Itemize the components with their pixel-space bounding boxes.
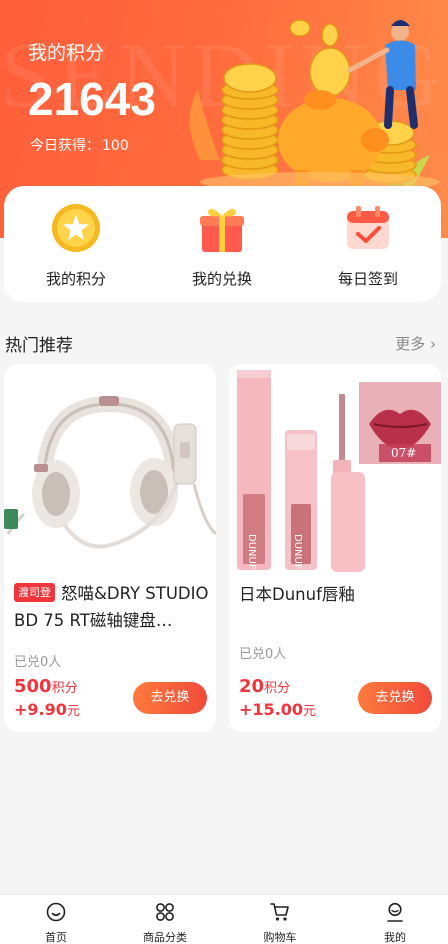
more-label: 更多 xyxy=(395,335,426,353)
redeemed-count: 已兑0人 xyxy=(14,655,62,670)
section-title: 热门推荐 xyxy=(5,336,73,356)
product-card[interactable]: DUNUF DUNUF 07# 日本Dunuf唇釉 已兑0人 20积分 +15.… xyxy=(229,364,441,732)
price-points: 20积分 xyxy=(239,676,290,697)
points-value: 20 xyxy=(239,676,265,697)
quick-item-label: 我的兑换 xyxy=(191,270,252,288)
cash-unit: 元 xyxy=(303,704,317,719)
tab-label: 首页 xyxy=(45,931,67,944)
points-value: 500 xyxy=(14,676,52,697)
product-name: 渡司登 怒喵&DRY STUDIO BD 75 RT磁轴键盘… xyxy=(14,580,209,634)
shade-number-text: 07# xyxy=(391,446,416,460)
today-earned: 今日获得： 100 xyxy=(28,135,129,155)
today-earned-value: 100 xyxy=(102,138,129,154)
redeem-button[interactable]: 去兑换 xyxy=(358,682,432,714)
page-title: 我的积分 xyxy=(28,42,105,64)
cash-value: +15.00 xyxy=(239,700,304,719)
product-title: 日本Dunuf唇釉 xyxy=(239,585,355,604)
gift-box-icon xyxy=(200,208,244,252)
cart-icon xyxy=(270,903,289,921)
home-smile-icon xyxy=(46,902,66,922)
tab-me[interactable]: 我的 xyxy=(339,901,448,944)
piggy-bank-coins-illustration xyxy=(189,19,440,190)
brand-tag: 渡司登 xyxy=(14,583,55,602)
product-card[interactable]: 渡司登 怒喵&DRY STUDIO BD 75 RT磁轴键盘… 已兑0人 500积… xyxy=(4,364,216,732)
price-cash: +9.90元 xyxy=(14,700,80,719)
redeem-button[interactable]: 去兑换 xyxy=(133,682,207,714)
dunuf-brand-text: DUNUF xyxy=(246,534,257,570)
quick-item-label: 每日签到 xyxy=(337,270,398,288)
points-total: 21643 xyxy=(28,73,156,125)
more-link[interactable]: 更多 › xyxy=(395,333,436,354)
quick-item-daily-checkin[interactable]: 每日签到 xyxy=(308,202,428,289)
cash-unit: 元 xyxy=(66,704,80,719)
points-unit: 积分 xyxy=(264,681,291,696)
redeemed-count: 已兑0人 xyxy=(239,647,287,662)
today-earned-label: 今日获得： xyxy=(30,138,100,154)
dunuf-brand-text: DUNUF xyxy=(292,534,303,570)
category-grid-icon xyxy=(156,903,174,921)
cash-value: +9.90 xyxy=(14,700,67,719)
points-unit: 积分 xyxy=(51,681,78,696)
calendar-check-icon xyxy=(347,206,389,249)
tab-cart[interactable]: 购物车 xyxy=(224,901,336,944)
product-image-lip-gloss: DUNUF DUNUF 07# xyxy=(229,364,441,576)
price-points: 500积分 xyxy=(14,676,78,697)
price-cash: +15.00元 xyxy=(239,700,316,719)
quick-item-my-exchange[interactable]: 我的兑换 xyxy=(162,202,282,289)
product-name: 日本Dunuf唇釉 xyxy=(239,581,434,608)
tab-label: 商品分类 xyxy=(143,931,187,944)
bottom-tab-bar: 首页 商品分类 购物车 我的 xyxy=(0,894,448,944)
product-image-headphones xyxy=(4,364,216,576)
tab-category[interactable]: 商品分类 xyxy=(109,901,221,944)
tab-home[interactable]: 首页 xyxy=(0,901,112,944)
user-icon xyxy=(387,902,403,922)
star-coin-icon xyxy=(52,204,100,252)
tab-label: 我的 xyxy=(384,931,406,944)
tab-label: 购物车 xyxy=(263,931,297,944)
chevron-right-icon: › xyxy=(430,335,436,353)
quick-item-label: 我的积分 xyxy=(45,270,106,288)
quick-item-my-points[interactable]: 我的积分 xyxy=(16,202,136,289)
quick-menu: 我的积分 我的兑换 每日签到 xyxy=(4,186,441,302)
